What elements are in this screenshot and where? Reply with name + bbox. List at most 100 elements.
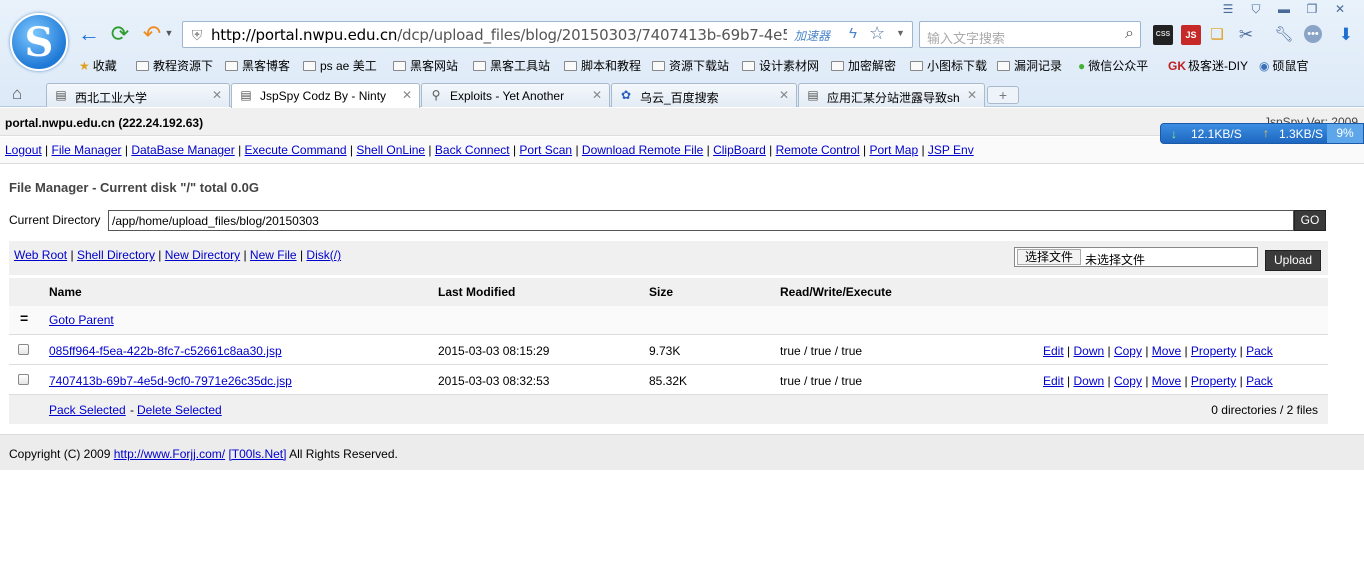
file-summary: 0 directories / 2 files [1211,403,1318,417]
bookmark-item[interactable]: ● 微信公众平 [1078,57,1148,74]
file-name-link[interactable]: 085ff964-f5ea-422b-8fc7-c52661c8aa30.jsp [49,344,282,358]
accelerator-label[interactable]: 加速器 [794,27,830,44]
action-pack-link[interactable]: Pack [1246,344,1273,358]
clipboard-icon[interactable]: ❏ [1207,25,1227,45]
bookmark-item[interactable]: 加密解密 [831,57,896,74]
download-icon[interactable]: ⬇ [1336,25,1356,45]
js-icon[interactable]: JS [1181,25,1201,45]
tab-close-icon[interactable]: ✕ [212,88,222,102]
bookmark-item[interactable]: 黑客网站 [393,57,458,74]
menu-link[interactable]: Download Remote File [582,143,703,157]
skin-icon[interactable]: ⛉ [1246,1,1266,17]
bookmark-item[interactable]: 漏洞记录 [997,57,1062,74]
tab-close-icon[interactable]: ✕ [779,88,789,102]
address-bar[interactable]: ⛨ http://portal.nwpu.edu.cn/dcp/upload_f… [182,21,913,48]
toolbar-link[interactable]: New File [250,248,297,262]
action-edit-link[interactable]: Edit [1043,374,1064,388]
pack-selected-link[interactable]: Pack Selected [49,403,126,417]
action-pack-link[interactable]: Pack [1246,374,1273,388]
minimize-icon[interactable]: ▬ [1274,1,1294,17]
bookmark-item[interactable]: 黑客工具站 [473,57,550,74]
upload-button[interactable]: Upload [1265,250,1321,271]
copyright-text: Copyright (C) 2009 http://www.Forjj.com/… [9,447,398,461]
tab-item[interactable]: ▤ 西北工业大学 ✕ [46,83,230,107]
file-name-link[interactable]: 7407413b-69b7-4e5d-9cf0-7971e26c35dc.jsp [49,374,292,388]
forjj-link[interactable]: http://www.Forjj.com/ [114,447,225,461]
t00ls-link[interactable]: [T00ls.Net] [228,447,286,461]
search-icon[interactable]: ⌕ [1125,25,1134,43]
menu-link[interactable]: Execute Command [245,143,347,157]
undo-dropdown-icon[interactable]: ▼ [164,28,174,38]
toolbar-link[interactable]: New Directory [165,248,240,262]
url-text[interactable]: http://portal.nwpu.edu.cn/dcp/upload_fil… [211,26,787,44]
row-checkbox[interactable] [18,374,29,385]
menu-link[interactable]: Logout [5,143,42,157]
bookmark-label: 黑客博客 [242,59,291,73]
bookmark-item[interactable]: ★ 收藏 [79,57,117,74]
menu-link[interactable]: Remote Control [776,143,860,157]
menu-link[interactable]: Back Connect [435,143,510,157]
row-checkbox[interactable] [18,344,29,355]
restore-icon[interactable]: ❐ [1302,1,1322,17]
more-icon[interactable]: ••• [1304,25,1322,43]
menu-link[interactable]: File Manager [52,143,122,157]
bolt-icon[interactable]: ϟ [849,25,857,42]
goto-parent-link[interactable]: Goto Parent [49,313,114,327]
tab-close-icon[interactable]: ✕ [402,88,412,102]
delete-selected-link[interactable]: Delete Selected [137,403,222,417]
action-copy-link[interactable]: Copy [1114,374,1142,388]
menu-link[interactable]: Port Scan [519,143,572,157]
action-down-link[interactable]: Down [1073,344,1104,358]
menu-icon[interactable]: ☰ [1218,1,1238,17]
tab-item[interactable]: ✿ 乌云_百度搜索 ✕ [611,83,797,107]
action-property-link[interactable]: Property [1191,374,1236,388]
choose-file-button[interactable]: 选择文件 [1017,249,1081,265]
scissors-icon[interactable]: ✂ [1236,25,1256,45]
menu-link[interactable]: JSP Env [928,143,974,157]
action-property-link[interactable]: Property [1191,344,1236,358]
home-icon[interactable]: ⌂ [12,84,22,104]
bookmark-item[interactable]: GK 极客迷-DIY [1168,57,1248,74]
tab-close-icon[interactable]: ✕ [967,88,977,102]
go-button[interactable]: GO [1294,210,1326,231]
tab-close-icon[interactable]: ✕ [592,88,602,102]
new-tab-button[interactable]: + [987,86,1019,104]
magnifier-icon: ⚲ [431,88,441,102]
action-edit-link[interactable]: Edit [1043,344,1064,358]
bookmark-item[interactable]: ◉ 硕鼠官 [1259,57,1309,74]
search-input[interactable]: 输入文字搜索 ⌕ [919,21,1141,48]
back-arrow-icon[interactable]: ← [76,21,102,47]
bookmark-item[interactable]: 教程资源下 [136,57,213,74]
toolbar-links: Web Root | Shell Directory | New Directo… [14,248,341,262]
bookmark-item[interactable]: ps ae 美工 [303,57,377,74]
undo-icon[interactable]: ↶ [139,21,165,47]
close-icon[interactable]: ✕ [1330,1,1350,17]
tab-item[interactable]: ▤ JspSpy Codz By - Ninty ✕ [231,83,420,108]
bookmark-item[interactable]: 设计素材网 [742,57,819,74]
toolbar-link[interactable]: Shell Directory [77,248,155,262]
file-picker[interactable]: 选择文件 未选择文件 [1014,247,1258,267]
bookmark-item[interactable]: 资源下载站 [652,57,729,74]
css-icon[interactable]: CSS [1153,25,1173,45]
action-move-link[interactable]: Move [1152,344,1181,358]
action-copy-link[interactable]: Copy [1114,344,1142,358]
menu-link[interactable]: DataBase Manager [131,143,234,157]
wrench-icon[interactable]: 🔧︎ [1274,25,1294,45]
action-move-link[interactable]: Move [1152,374,1181,388]
bookmark-item[interactable]: 小图标下载 [910,57,987,74]
menu-link[interactable]: ClipBoard [713,143,766,157]
menu-link[interactable]: Port Map [869,143,918,157]
bookmark-star-icon[interactable]: ☆ [869,23,885,44]
refresh-icon[interactable]: ⟳ [107,21,133,47]
toolbar-link[interactable]: Web Root [14,248,67,262]
bookmark-item[interactable]: 脚本和教程 [564,57,641,74]
action-down-link[interactable]: Down [1073,374,1104,388]
bookmark-item[interactable]: 黑客博客 [225,57,290,74]
tab-item[interactable]: ▤ 应用汇某分站泄露导致sh ✕ [798,83,985,107]
menu-link[interactable]: Shell OnLine [356,143,425,157]
url-dropdown-icon[interactable]: ▼ [896,28,905,38]
toolbar-link[interactable]: Disk(/) [306,248,341,262]
tab-item[interactable]: ⚲ Exploits - Yet Another ✕ [421,83,610,107]
current-directory-input[interactable] [108,210,1294,231]
network-monitor[interactable]: ↓ 12.1KB/S ↑ 1.3KB/S 9% [1160,123,1364,144]
